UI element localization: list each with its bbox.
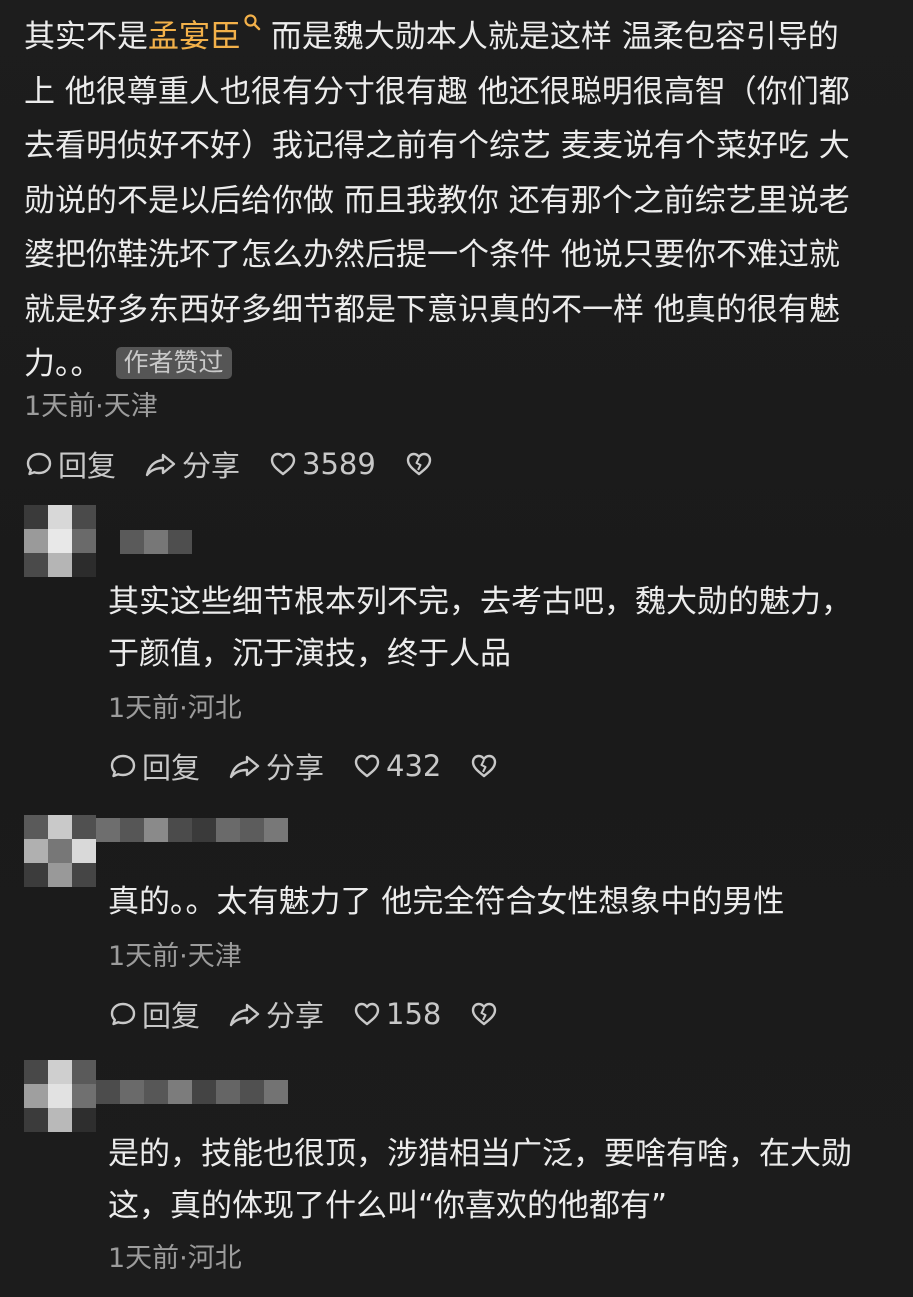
broken-heart-icon bbox=[472, 754, 497, 778]
share-button[interactable]: 分享 bbox=[228, 993, 324, 1035]
share-button[interactable]: 分享 bbox=[228, 745, 324, 787]
reply-label: 回复 bbox=[142, 999, 201, 1033]
share-arrow-icon bbox=[145, 453, 176, 477]
dislike-button[interactable] bbox=[469, 999, 503, 1029]
avatar[interactable] bbox=[24, 505, 96, 577]
comment-text-segment: 其实不是 bbox=[24, 19, 148, 55]
username[interactable] bbox=[96, 818, 288, 842]
share-arrow-icon bbox=[229, 755, 260, 779]
reply-text: 是的，技能也很顶，涉猎相当广泛，要啥有啥，在大勋 这，真的体现了什么叫“你喜欢的… bbox=[108, 1128, 852, 1232]
comment-line: 其实不是孟宴臣 而是魏大勋本人就是这样 温柔包容引导的 bbox=[24, 10, 913, 65]
reply-line: 于颜值，沉于演技，终于人品 bbox=[108, 636, 511, 672]
dislike-button[interactable] bbox=[404, 449, 438, 479]
top-comment-text: 其实不是孟宴臣 而是魏大勋本人就是这样 温柔包容引导的 上 他很尊重人也很有分寸… bbox=[24, 10, 913, 392]
reply-meta: 1天前·天津 bbox=[108, 941, 242, 972]
reply-button[interactable]: 回复 bbox=[24, 443, 116, 485]
reply-actions: 回复 分享 158 bbox=[108, 994, 531, 1034]
reply-line: 其实这些细节根本列不完，去考古吧，魏大勋的魅力， bbox=[108, 584, 852, 620]
avatar[interactable] bbox=[24, 1060, 96, 1132]
comment-text-segment: 而是魏大勋本人就是这样 温柔包容引导的 bbox=[261, 19, 839, 55]
reply-text: 真的。。太有魅力了 他完全符合女性想象中的男性 bbox=[108, 876, 784, 928]
comment-line: 勋说的不是以后给你做 而且我教你 还有那个之前综艺里说老 bbox=[24, 182, 850, 219]
share-arrow-icon bbox=[229, 1003, 260, 1027]
comment-line: 去看明侦好不好）我记得之前有个综艺 麦麦说有个菜好吃 大 bbox=[24, 128, 850, 164]
comment-bubble-icon bbox=[110, 1002, 136, 1026]
comment-bubble-icon bbox=[26, 452, 52, 476]
reply-line: 真的。。太有魅力了 他完全符合女性想象中的男性 bbox=[108, 884, 785, 920]
like-button[interactable]: 3589 bbox=[268, 447, 376, 481]
comment-line: 婆把你鞋洗坏了怎么办然后提一个条件 他说只要你不难过就 bbox=[24, 237, 840, 273]
dislike-button[interactable] bbox=[469, 751, 503, 781]
mention-link[interactable]: 孟宴臣 bbox=[148, 14, 261, 55]
reply-text: 其实这些细节根本列不完，去考古吧，魏大勋的魅力， 于颜值，沉于演技，终于人品 bbox=[108, 576, 852, 680]
share-label: 分享 bbox=[182, 449, 241, 483]
heart-icon bbox=[270, 452, 296, 476]
comment-line: 就是好多东西好多细节都是下意识真的不一样 他真的很有魅 bbox=[24, 291, 840, 328]
reply-actions: 回复 分享 432 bbox=[108, 746, 531, 786]
like-button[interactable]: 432 bbox=[352, 749, 441, 783]
reply-line: 是的，技能也很顶，涉猎相当广泛，要啥有啥，在大勋 bbox=[108, 1136, 852, 1172]
heart-icon bbox=[354, 1002, 380, 1026]
comment-thread: 其实不是孟宴臣 而是魏大勋本人就是这样 温柔包容引导的 上 他很尊重人也很有分寸… bbox=[0, 0, 913, 1297]
share-label: 分享 bbox=[266, 751, 325, 785]
like-count: 158 bbox=[386, 997, 442, 1031]
username[interactable] bbox=[120, 530, 192, 554]
comment-text-segment: 力。。 bbox=[24, 346, 102, 382]
comment-line: 上 他很尊重人也很有分寸很有趣 他还很聪明很高智（你们都 bbox=[24, 73, 850, 110]
reply-meta: 1天前·河北 bbox=[108, 1243, 242, 1274]
like-count: 3589 bbox=[302, 447, 376, 481]
comment-meta: 1天前·天津 bbox=[24, 391, 158, 422]
comment-actions: 回复 分享 3589 bbox=[24, 444, 466, 484]
like-count: 432 bbox=[386, 749, 442, 783]
share-label: 分享 bbox=[266, 999, 325, 1033]
reply-label: 回复 bbox=[58, 449, 117, 483]
author-liked-badge: 作者赞过 bbox=[115, 347, 232, 379]
broken-heart-icon bbox=[472, 1002, 497, 1026]
username[interactable] bbox=[96, 1080, 288, 1104]
reply-button[interactable]: 回复 bbox=[108, 993, 200, 1035]
heart-icon bbox=[354, 754, 380, 778]
share-button[interactable]: 分享 bbox=[144, 443, 240, 485]
search-icon bbox=[244, 14, 261, 31]
mention-label: 孟宴臣 bbox=[148, 19, 241, 55]
broken-heart-icon bbox=[406, 452, 432, 476]
reply-line: 这，真的体现了什么叫“你喜欢的他都有” bbox=[108, 1188, 668, 1224]
avatar[interactable] bbox=[24, 815, 96, 887]
like-button[interactable]: 158 bbox=[352, 997, 441, 1031]
reply-button[interactable]: 回复 bbox=[108, 745, 200, 787]
comment-bubble-icon bbox=[110, 754, 136, 778]
reply-meta: 1天前·河北 bbox=[108, 693, 242, 724]
reply-label: 回复 bbox=[142, 751, 201, 785]
